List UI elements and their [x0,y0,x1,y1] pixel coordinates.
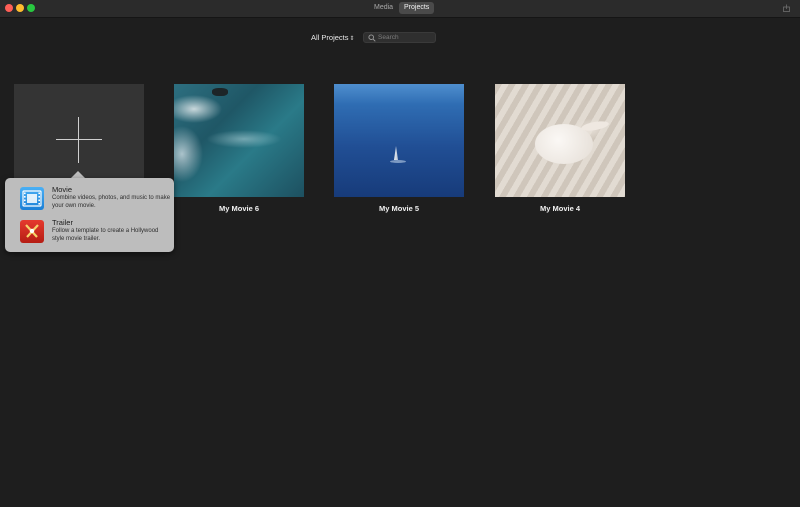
project-title: My Movie 5 [378,204,419,213]
minimize-window-button[interactable] [16,4,24,12]
search-icon [368,34,376,42]
tab-media[interactable]: Media [369,2,398,14]
thumbnail-sailboat [394,146,398,160]
tab-projects[interactable]: Projects [399,2,435,14]
close-window-button[interactable] [5,4,13,12]
project-thumbnail[interactable] [495,84,625,197]
new-movie-option[interactable]: Movie Combine videos, photos, and music … [5,184,174,216]
share-icon[interactable] [783,4,790,12]
project-card[interactable]: My Movie 5 [334,84,464,213]
film-icon [20,187,44,210]
search-input[interactable] [378,33,433,42]
new-trailer-option[interactable]: Trailer Follow a template to create a Ho… [5,217,174,249]
updown-chevron-icon: ⇕ [349,36,355,42]
project-thumbnail[interactable] [174,84,304,197]
project-title: My Movie 4 [539,204,580,213]
movie-option-title: Movie [52,185,73,194]
thumbnail-wake [390,160,406,163]
project-filter-dropdown[interactable]: All Projects⇕ [311,33,355,43]
thumbnail-bunny-ear [580,119,610,133]
new-project-popover: Movie Combine videos, photos, and music … [5,178,174,252]
search-field[interactable] [363,32,436,43]
project-thumbnail[interactable] [334,84,464,197]
trailer-option-description: Follow a template to create a Hollywood … [52,228,159,242]
project-card[interactable]: My Movie 4 [495,84,625,213]
movie-option-description: Combine videos, photos, and music to mak… [52,195,171,209]
popover-arrow [71,171,85,178]
thumbnail-rock [212,88,228,96]
trailer-option-title: Trailer [52,218,73,227]
project-filter-label: All Projects [311,33,349,42]
project-card[interactable]: My Movie 6 [174,84,304,213]
title-bar: Media Projects [0,0,800,18]
project-title: My Movie 6 [218,204,259,213]
plus-icon [56,139,102,140]
fullscreen-window-button[interactable] [27,4,35,12]
trailer-clapper-icon [20,220,44,243]
plus-icon-vertical [78,117,79,163]
